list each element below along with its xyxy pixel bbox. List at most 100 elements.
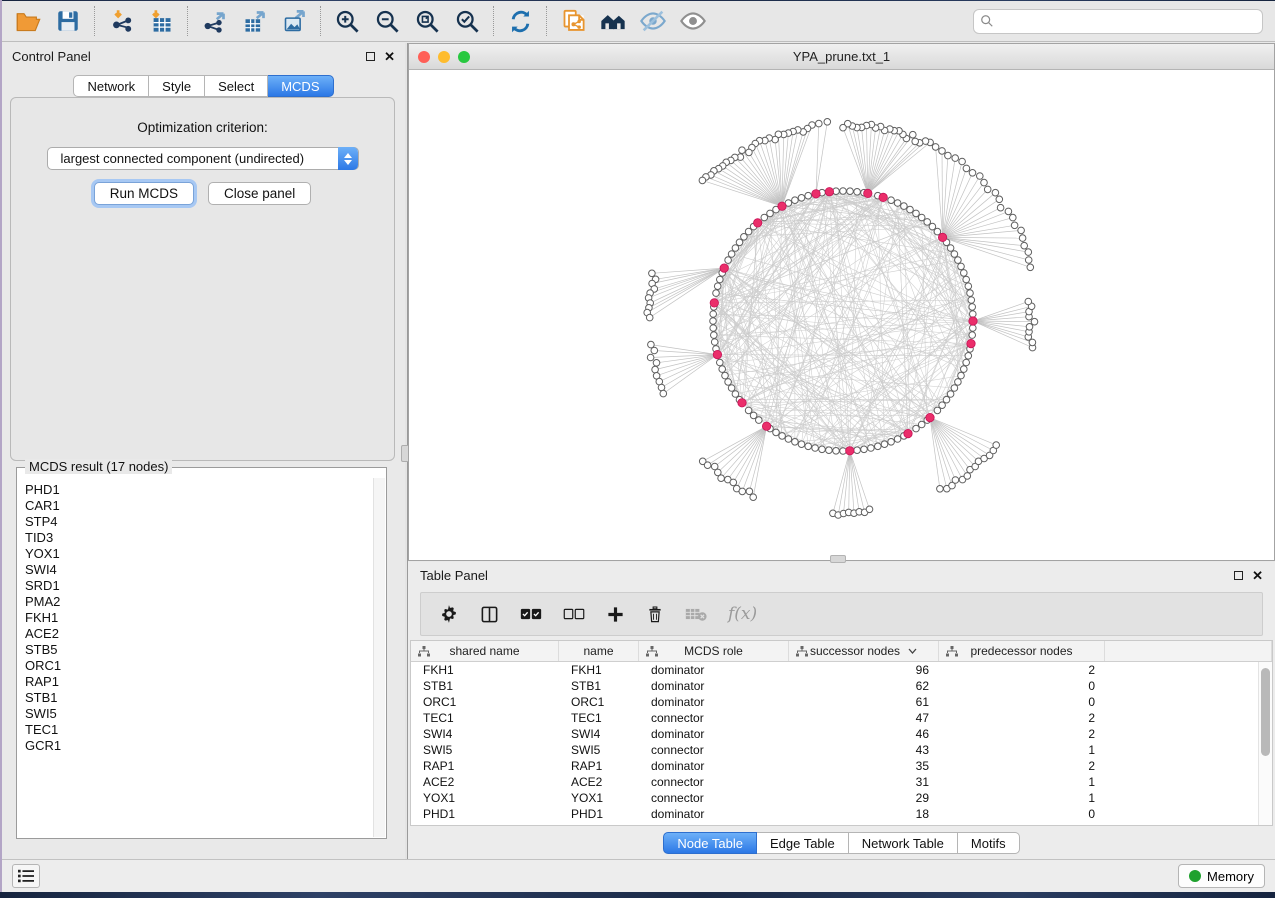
- function-builder-button[interactable]: f(x): [728, 604, 757, 624]
- list-item[interactable]: STB1: [25, 690, 373, 706]
- list-item[interactable]: ORC1: [25, 658, 373, 674]
- list-scrollbar[interactable]: [373, 478, 385, 837]
- zoom-selected-button[interactable]: [447, 4, 487, 38]
- show-columns-button[interactable]: [480, 605, 499, 624]
- import-network-icon: [108, 8, 135, 35]
- network-view-window: YPA_prune.txt_1: [408, 43, 1275, 561]
- column-header-predecessor-nodes[interactable]: predecessor nodes: [939, 641, 1105, 661]
- column-header-mcds-role[interactable]: MCDS role: [639, 641, 789, 661]
- table-row[interactable]: YOX1YOX1connector291: [411, 790, 1258, 806]
- table-tabs: Node Table Edge Table Network Table Moti…: [408, 832, 1275, 854]
- table-row[interactable]: PHD1PHD1dominator180: [411, 806, 1258, 822]
- tab-node-table[interactable]: Node Table: [663, 832, 757, 854]
- delete-table-button[interactable]: [685, 606, 707, 622]
- optimization-criterion-label: Optimization criterion:: [11, 120, 394, 135]
- list-item[interactable]: GCR1: [25, 738, 373, 754]
- column-header-shared-name[interactable]: shared name: [411, 641, 559, 661]
- list-item[interactable]: STP4: [25, 514, 373, 530]
- control-panel-tabs: Network Style Select MCDS: [2, 75, 405, 97]
- import-network-button[interactable]: [101, 4, 141, 38]
- list-item[interactable]: PHD1: [25, 482, 373, 498]
- list-item[interactable]: TEC1: [25, 722, 373, 738]
- list-item[interactable]: STB5: [25, 642, 373, 658]
- table-row[interactable]: SWI4SWI4dominator462: [411, 726, 1258, 742]
- close-panel-button[interactable]: Close panel: [208, 182, 311, 205]
- clone-network-button[interactable]: [553, 4, 593, 38]
- refresh-view-button[interactable]: [500, 4, 540, 38]
- scrollbar-thumb[interactable]: [1261, 668, 1270, 756]
- open-file-button[interactable]: [8, 4, 48, 38]
- zoom-fit-button[interactable]: [407, 4, 447, 38]
- mcds-result-list[interactable]: PHD1 CAR1 STP4 TID3 YOX1 SWI4 SRD1 PMA2 …: [18, 478, 373, 837]
- status-bar: Memory: [2, 859, 1275, 892]
- import-table-icon: [148, 8, 175, 35]
- task-history-button[interactable]: [12, 864, 40, 888]
- tab-motifs[interactable]: Motifs: [958, 832, 1020, 854]
- tab-style[interactable]: Style: [149, 75, 205, 97]
- tab-network-table[interactable]: Network Table: [849, 832, 958, 854]
- network-canvas[interactable]: [409, 70, 1274, 560]
- application-window: Control Panel ✕ Network Style Select MCD…: [2, 1, 1275, 892]
- network-graph[interactable]: [409, 70, 1275, 561]
- memory-label: Memory: [1207, 869, 1254, 884]
- list-item[interactable]: RAP1: [25, 674, 373, 690]
- list-item[interactable]: TID3: [25, 530, 373, 546]
- criterion-dropdown[interactable]: largest connected component (undirected): [47, 147, 359, 170]
- close-panel-icon[interactable]: ✕: [384, 50, 395, 63]
- list-item[interactable]: SRD1: [25, 578, 373, 594]
- horizontal-splitter-handle[interactable]: [830, 555, 846, 563]
- export-image-button[interactable]: [274, 4, 314, 38]
- select-all-rows-button[interactable]: [520, 607, 542, 621]
- table-scrollbar[interactable]: [1258, 662, 1272, 825]
- first-neighbors-button[interactable]: [593, 4, 633, 38]
- delete-column-button[interactable]: [646, 605, 664, 624]
- toolbar-separator: [187, 6, 188, 36]
- close-panel-icon[interactable]: ✕: [1252, 569, 1263, 582]
- zoom-out-button[interactable]: [367, 4, 407, 38]
- column-header-name[interactable]: name: [559, 641, 639, 661]
- float-panel-icon[interactable]: [366, 52, 375, 61]
- criterion-value: largest connected component (undirected): [61, 151, 305, 166]
- table-row[interactable]: STB1STB1dominator620: [411, 678, 1258, 694]
- table-row[interactable]: FKH1FKH1dominator962: [411, 662, 1258, 678]
- zoom-fit-icon: [414, 8, 441, 35]
- float-panel-icon[interactable]: [1234, 571, 1243, 580]
- zoom-in-button[interactable]: [327, 4, 367, 38]
- list-item[interactable]: PMA2: [25, 594, 373, 610]
- tab-edge-table[interactable]: Edge Table: [757, 832, 849, 854]
- tab-network[interactable]: Network: [73, 75, 149, 97]
- hide-selected-button[interactable]: [633, 4, 673, 38]
- eye-slash-icon: [639, 7, 667, 35]
- table-row[interactable]: ORC1ORC1dominator610: [411, 694, 1258, 710]
- list-item[interactable]: FKH1: [25, 610, 373, 626]
- table-row[interactable]: TEC1TEC1connector472: [411, 710, 1258, 726]
- list-item[interactable]: ACE2: [25, 626, 373, 642]
- list-item[interactable]: CAR1: [25, 498, 373, 514]
- search-container: [973, 9, 1263, 34]
- column-header-filler: [1105, 641, 1272, 661]
- list-item[interactable]: SWI5: [25, 706, 373, 722]
- table-panel-title: Table Panel: [420, 568, 488, 583]
- list-item[interactable]: SWI4: [25, 562, 373, 578]
- column-settings-button[interactable]: [439, 604, 459, 624]
- network-window-titlebar[interactable]: YPA_prune.txt_1: [409, 44, 1274, 70]
- deselect-all-rows-button[interactable]: [563, 607, 585, 621]
- delete-table-icon: [685, 606, 707, 622]
- table-row[interactable]: SWI5SWI5connector431: [411, 742, 1258, 758]
- memory-button[interactable]: Memory: [1178, 864, 1265, 888]
- export-table-button[interactable]: [234, 4, 274, 38]
- add-column-button[interactable]: [606, 605, 625, 624]
- column-header-successor-nodes[interactable]: successor nodes: [789, 641, 939, 661]
- table-row[interactable]: ACE2ACE2connector311: [411, 774, 1258, 790]
- search-input[interactable]: [973, 9, 1263, 34]
- show-all-button[interactable]: [673, 4, 713, 38]
- table-row[interactable]: RAP1RAP1dominator352: [411, 758, 1258, 774]
- tab-select[interactable]: Select: [205, 75, 268, 97]
- save-session-button[interactable]: [48, 4, 88, 38]
- run-mcds-button[interactable]: Run MCDS: [94, 182, 194, 205]
- import-table-button[interactable]: [141, 4, 181, 38]
- tab-mcds[interactable]: MCDS: [268, 75, 333, 97]
- export-network-button[interactable]: [194, 4, 234, 38]
- list-item[interactable]: YOX1: [25, 546, 373, 562]
- mcds-result-title: MCDS result (17 nodes): [25, 459, 172, 474]
